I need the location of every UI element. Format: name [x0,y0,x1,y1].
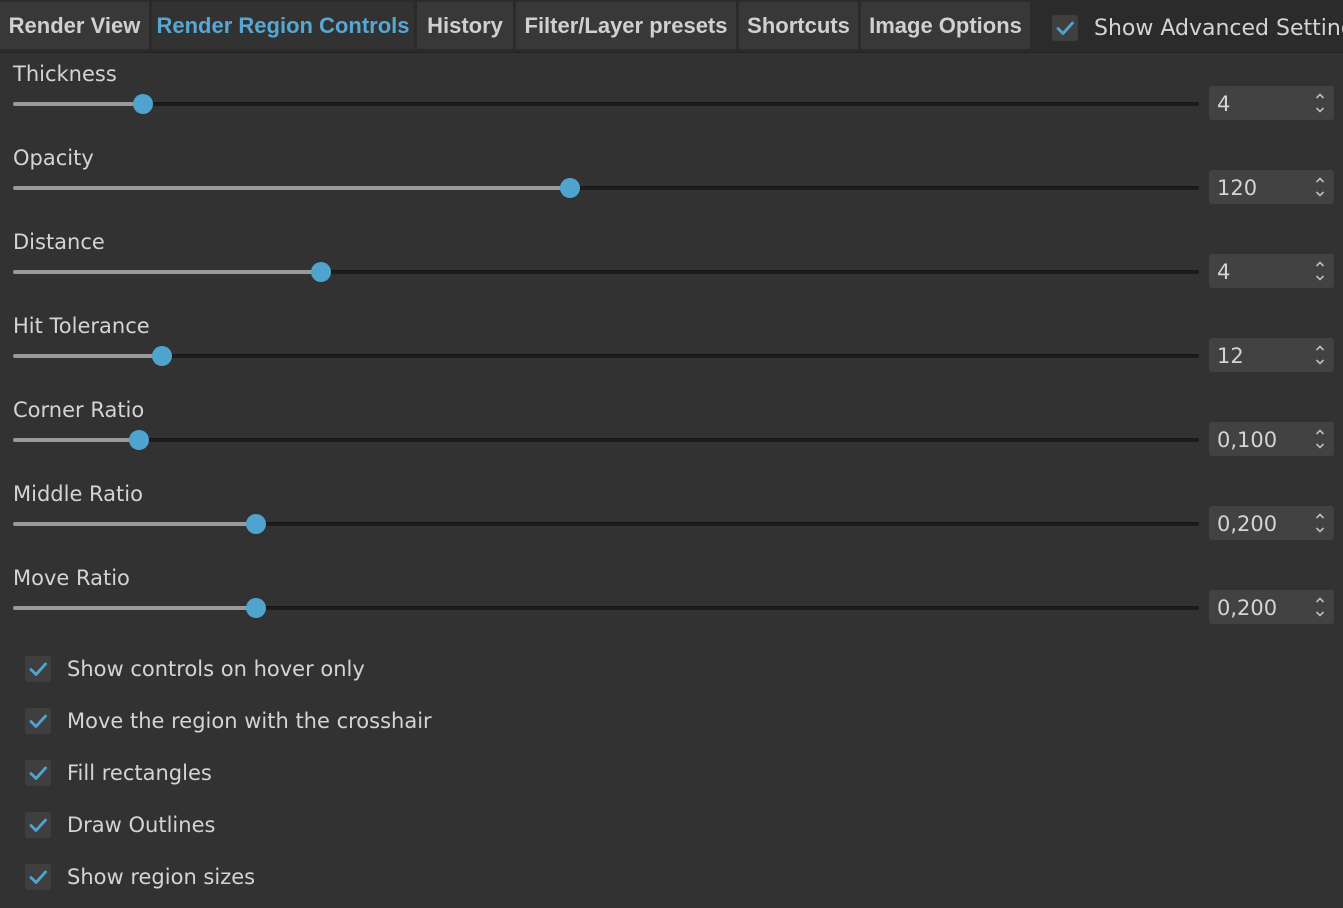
thickness-value: 4 [1217,92,1231,116]
slider-fill [13,270,321,274]
spin-arrows-icon[interactable] [1314,175,1326,199]
corner-ratio-slider[interactable] [13,426,1199,454]
middle-ratio-spinbox[interactable]: 0,200 [1209,506,1334,540]
show-controls-on-hover-checkbox[interactable]: Show controls on hover only [25,654,365,684]
checkbox-checked-icon [1052,15,1078,41]
show-advanced-settings-checkbox[interactable]: Show Advanced Settings [1052,10,1343,46]
tab-image-options[interactable]: Image Options [861,2,1031,49]
distance-value: 4 [1217,260,1231,284]
slider-handle[interactable] [246,514,266,534]
opacity-slider[interactable] [13,174,1199,202]
move-region-with-crosshair-checkbox[interactable]: Move the region with the crosshair [25,706,432,736]
slider-groove [13,438,1199,442]
slider-fill [13,354,162,358]
tab-render-region-controls[interactable]: Render Region Controls [152,2,415,49]
hit-tolerance-slider[interactable] [13,342,1199,370]
show-region-sizes-checkbox[interactable]: Show region sizes [25,862,255,892]
spin-arrows-icon[interactable] [1314,91,1326,115]
opacity-label: Opacity [13,146,94,170]
checkbox-checked-icon [25,708,51,734]
slider-handle[interactable] [560,178,580,198]
middle-ratio-label: Middle Ratio [13,482,143,506]
checkbox-checked-icon [25,864,51,890]
slider-fill [13,186,570,190]
draw-outlines-checkbox[interactable]: Draw Outlines [25,810,215,840]
thickness-control: Thickness 4 [0,62,1343,146]
hit-tolerance-control: Hit Tolerance 12 [0,314,1343,398]
corner-ratio-spinbox[interactable]: 0,100 [1209,422,1334,456]
move-region-with-crosshair-label: Move the region with the crosshair [67,709,432,733]
checkbox-checked-icon [25,812,51,838]
middle-ratio-control: Middle Ratio 0,200 [0,482,1343,566]
move-ratio-value: 0,200 [1217,596,1278,620]
slider-groove [13,102,1199,106]
fill-rectangles-checkbox[interactable]: Fill rectangles [25,758,212,788]
thickness-spinbox[interactable]: 4 [1209,86,1334,120]
checkbox-checked-icon [25,760,51,786]
slider-handle[interactable] [152,346,172,366]
corner-ratio-value: 0,100 [1217,428,1278,452]
tab-render-view[interactable]: Render View [0,2,150,49]
opacity-value: 120 [1217,176,1258,200]
move-ratio-label: Move Ratio [13,566,130,590]
slider-fill [13,522,256,526]
render-region-controls-panel: Render View Render Region Controls Histo… [0,0,1343,908]
draw-outlines-label: Draw Outlines [67,813,216,837]
tab-bar: Render View Render Region Controls Histo… [0,0,1343,53]
spin-arrows-icon[interactable] [1314,259,1326,283]
move-ratio-spinbox[interactable]: 0,200 [1209,590,1334,624]
slider-fill [13,606,256,610]
slider-handle[interactable] [133,94,153,114]
show-advanced-settings-label: Show Advanced Settings [1094,15,1343,41]
distance-control: Distance 4 [0,230,1343,314]
hit-tolerance-spinbox[interactable]: 12 [1209,338,1334,372]
hit-tolerance-label: Hit Tolerance [13,314,150,338]
distance-label: Distance [13,230,105,254]
corner-ratio-label: Corner Ratio [13,398,145,422]
spin-arrows-icon[interactable] [1314,427,1326,451]
move-ratio-slider[interactable] [13,594,1199,622]
middle-ratio-slider[interactable] [13,510,1199,538]
tab-filter-layer-presets[interactable]: Filter/Layer presets [516,2,737,49]
spin-arrows-icon[interactable] [1314,343,1326,367]
tab-history[interactable]: History [417,2,514,49]
slider-handle[interactable] [246,598,266,618]
show-controls-on-hover-label: Show controls on hover only [67,657,365,681]
slider-fill [13,438,139,442]
thickness-slider[interactable] [13,90,1199,118]
slider-handle[interactable] [129,430,149,450]
corner-ratio-control: Corner Ratio 0,100 [0,398,1343,482]
middle-ratio-value: 0,200 [1217,512,1278,536]
distance-spinbox[interactable]: 4 [1209,254,1334,288]
move-ratio-control: Move Ratio 0,200 [0,566,1343,650]
spin-arrows-icon[interactable] [1314,595,1326,619]
opacity-spinbox[interactable]: 120 [1209,170,1334,204]
opacity-control: Opacity 120 [0,146,1343,230]
checkbox-checked-icon [25,656,51,682]
tab-shortcuts[interactable]: Shortcuts [739,2,859,49]
hit-tolerance-value: 12 [1217,344,1244,368]
spin-arrows-icon[interactable] [1314,511,1326,535]
slider-handle[interactable] [311,262,331,282]
thickness-label: Thickness [13,62,117,86]
show-region-sizes-label: Show region sizes [67,865,256,889]
distance-slider[interactable] [13,258,1199,286]
slider-fill [13,102,143,106]
slider-groove [13,354,1199,358]
fill-rectangles-label: Fill rectangles [67,761,212,785]
